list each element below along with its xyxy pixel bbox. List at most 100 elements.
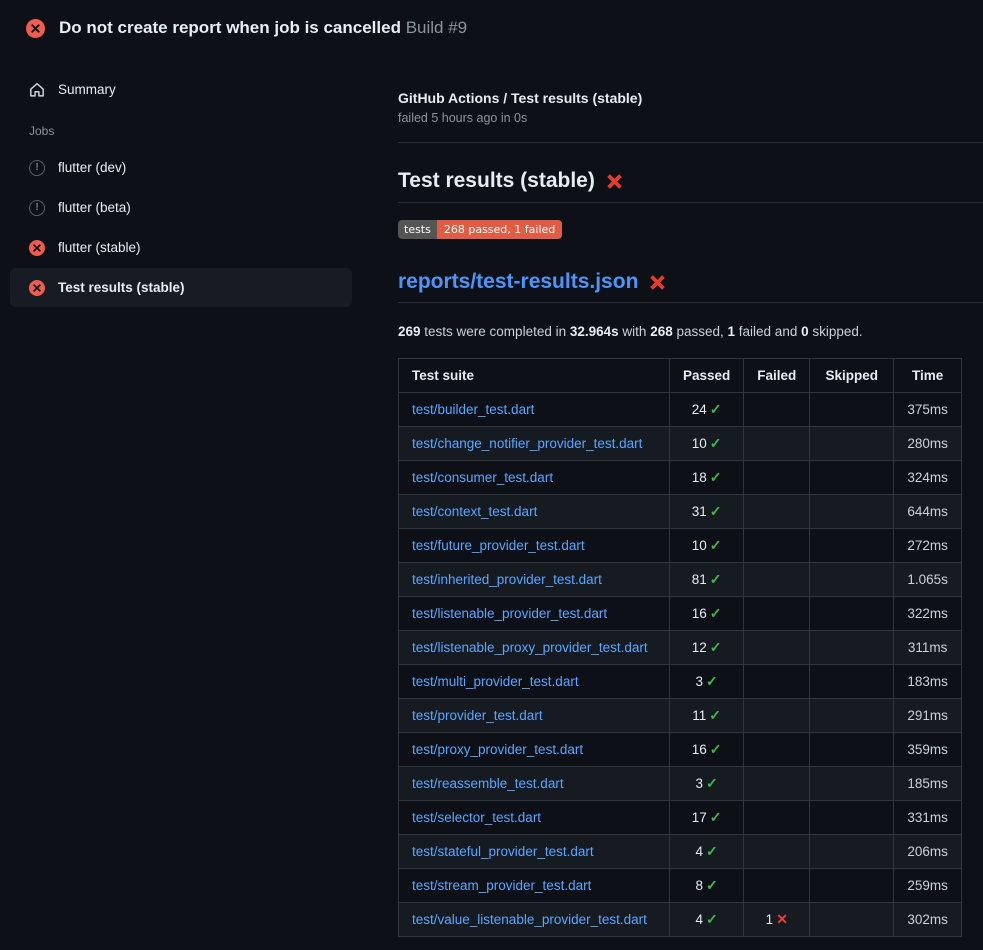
- skip-cell: [810, 767, 894, 801]
- fail-cell: [744, 597, 810, 631]
- passed-count: 268: [650, 324, 673, 339]
- pass-cell: 10✓: [670, 427, 744, 461]
- test-summary-text: 269 tests were completed in 32.964s with…: [398, 324, 983, 339]
- sidebar-item-label: flutter (stable): [58, 240, 141, 255]
- suite-cell: test/reassemble_test.dart: [399, 767, 670, 801]
- table-row: test/listenable_proxy_provider_test.dart…: [399, 631, 962, 665]
- table-row: test/future_provider_test.dart10✓272ms: [399, 529, 962, 563]
- build-header: Do not create report when job is cancell…: [0, 0, 983, 52]
- duration-value: 32.964s: [570, 324, 619, 339]
- check-icon: ✓: [710, 809, 722, 825]
- failed-count: 1: [728, 324, 736, 339]
- pass-cell: 16✓: [670, 597, 744, 631]
- suite-cell: test/stateful_provider_test.dart: [399, 835, 670, 869]
- build-results-page: Do not create report when job is cancell…: [0, 0, 983, 950]
- time-cell: 311ms: [894, 631, 962, 665]
- time-cell: 324ms: [894, 461, 962, 495]
- skip-cell: [810, 631, 894, 665]
- cancelled-status-icon: !: [29, 160, 45, 176]
- skip-cell: [810, 835, 894, 869]
- skip-cell: [810, 665, 894, 699]
- cross-mark-icon: [605, 172, 624, 191]
- time-cell: 280ms: [894, 427, 962, 461]
- suite-cell: test/context_test.dart: [399, 495, 670, 529]
- breadcrumb: GitHub Actions / Test results (stable): [398, 90, 983, 106]
- sidebar-item-label: flutter (beta): [58, 200, 131, 215]
- skip-cell: [810, 597, 894, 631]
- suite-cell: test/provider_test.dart: [399, 699, 670, 733]
- pass-cell: 17✓: [670, 801, 744, 835]
- test-suite-link[interactable]: test/future_provider_test.dart: [412, 538, 585, 553]
- test-suite-link[interactable]: test/builder_test.dart: [412, 402, 534, 417]
- time-cell: 259ms: [894, 869, 962, 903]
- check-icon: ✓: [706, 911, 718, 927]
- sidebar-item-flutter-beta[interactable]: ! flutter (beta): [10, 188, 352, 227]
- test-suite-link[interactable]: test/inherited_provider_test.dart: [412, 572, 602, 587]
- time-cell: 375ms: [894, 393, 962, 427]
- sidebar: Summary Jobs ! flutter (dev) ! flutter (…: [0, 52, 374, 950]
- section-heading: Test results (stable): [398, 169, 983, 203]
- test-suite-link[interactable]: test/listenable_provider_test.dart: [412, 606, 607, 621]
- table-row: test/reassemble_test.dart3✓185ms: [399, 767, 962, 801]
- table-row: test/selector_test.dart17✓331ms: [399, 801, 962, 835]
- pass-cell: 81✓: [670, 563, 744, 597]
- time-cell: 291ms: [894, 699, 962, 733]
- sidebar-item-flutter-stable[interactable]: flutter (stable): [10, 228, 352, 267]
- test-suite-link[interactable]: test/multi_provider_test.dart: [412, 674, 579, 689]
- pass-cell: 3✓: [670, 665, 744, 699]
- test-suite-link[interactable]: test/selector_test.dart: [412, 810, 541, 825]
- test-suite-link[interactable]: test/listenable_proxy_provider_test.dart: [412, 640, 648, 655]
- skip-cell: [810, 903, 894, 937]
- test-suite-link[interactable]: test/context_test.dart: [412, 504, 537, 519]
- fail-cell: [744, 801, 810, 835]
- table-row: test/stateful_provider_test.dart 4✓ 206ms: [399, 835, 962, 869]
- pass-cell: 4✓: [670, 903, 744, 937]
- failure-status-icon: [26, 19, 45, 38]
- check-icon: ✓: [710, 639, 722, 655]
- column-header-time: Time: [894, 359, 962, 393]
- suite-cell: test/value_listenable_provider_test.dart: [399, 903, 670, 937]
- check-icon: ✓: [706, 843, 718, 859]
- time-cell: 1.065s: [894, 563, 962, 597]
- check-icon: ✓: [710, 605, 722, 621]
- test-suite-link[interactable]: test/reassemble_test.dart: [412, 776, 564, 791]
- check-icon: ✓: [710, 469, 722, 485]
- pass-cell: 4✓: [670, 835, 744, 869]
- skip-cell: [810, 733, 894, 767]
- table-row: test/builder_test.dart 24✓ 375ms: [399, 393, 962, 427]
- test-suite-link[interactable]: test/proxy_provider_test.dart: [412, 742, 583, 757]
- time-cell: 359ms: [894, 733, 962, 767]
- suite-cell: test/builder_test.dart: [399, 393, 670, 427]
- fail-cell: [744, 631, 810, 665]
- test-suite-link[interactable]: test/value_listenable_provider_test.dart: [412, 912, 647, 927]
- test-suite-link[interactable]: test/consumer_test.dart: [412, 470, 553, 485]
- pass-cell: 31✓: [670, 495, 744, 529]
- skip-cell: [810, 869, 894, 903]
- sidebar-item-flutter-dev[interactable]: ! flutter (dev): [10, 148, 352, 187]
- test-suite-link[interactable]: test/stream_provider_test.dart: [412, 878, 591, 893]
- badge-label: tests: [398, 220, 437, 239]
- main-content: GitHub Actions / Test results (stable) f…: [398, 52, 983, 950]
- check-icon: ✓: [706, 877, 718, 893]
- test-suite-link[interactable]: test/change_notifier_provider_test.dart: [412, 436, 642, 451]
- fail-cell: [744, 529, 810, 563]
- suite-cell: test/inherited_provider_test.dart: [399, 563, 670, 597]
- suite-cell: test/proxy_provider_test.dart: [399, 733, 670, 767]
- pass-cell: 10✓: [670, 529, 744, 563]
- sidebar-item-test-results-stable[interactable]: Test results (stable): [10, 268, 352, 307]
- sidebar-item-summary[interactable]: Summary: [10, 70, 352, 109]
- table-row: test/multi_provider_test.dart3✓183ms: [399, 665, 962, 699]
- test-suite-link[interactable]: test/provider_test.dart: [412, 708, 543, 723]
- fail-cell: [744, 461, 810, 495]
- cross-icon: ✕: [776, 911, 788, 927]
- sidebar-item-label: flutter (dev): [58, 160, 126, 175]
- time-cell: 206ms: [894, 835, 962, 869]
- fail-cell: [744, 427, 810, 461]
- report-file-link[interactable]: reports/test-results.json: [398, 270, 638, 294]
- suite-cell: test/future_provider_test.dart: [399, 529, 670, 563]
- fail-cell: [744, 495, 810, 529]
- sidebar-item-label: Summary: [58, 82, 116, 97]
- test-suite-link[interactable]: test/stateful_provider_test.dart: [412, 844, 594, 859]
- skip-cell: [810, 427, 894, 461]
- pass-cell: 24✓: [670, 393, 744, 427]
